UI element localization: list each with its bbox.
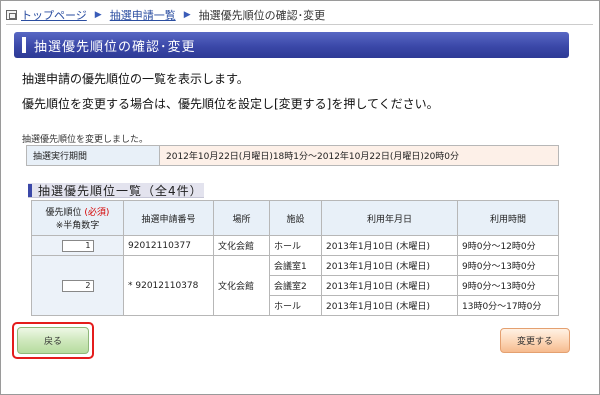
- header-date: 利用年月日: [321, 200, 458, 236]
- place-cell: 文化会館: [213, 255, 270, 316]
- description-line-1: 抽選申請の優先順位の一覧を表示します。: [22, 72, 249, 86]
- title-accent: [22, 37, 26, 53]
- table-row: 1 92012110377 文化会館 ホール 2013年1月10日 (木曜日) …: [31, 235, 559, 256]
- date-cell: 2013年1月10日 (木曜日): [321, 275, 458, 296]
- breadcrumb-home-link[interactable]: トップページ: [21, 7, 87, 23]
- description-line-2: 優先順位を変更する場合は、優先順位を設定し[変更する]を押してください。: [22, 97, 439, 111]
- time-cell: 13時0分～17時0分: [457, 295, 559, 316]
- facility-cell: 会議室1: [269, 255, 322, 276]
- section-title: 抽選優先順位一覧（全4件）: [38, 183, 203, 198]
- facility-cell: 会議室2: [269, 275, 322, 296]
- page-title: 抽選優先順位の確認･変更: [34, 39, 196, 55]
- back-button[interactable]: 戻る: [17, 327, 89, 354]
- breadcrumb-list-link[interactable]: 抽選申請一覧: [110, 7, 176, 23]
- request-no-cell: 92012110377: [123, 235, 214, 256]
- priority-input[interactable]: 2: [61, 279, 94, 292]
- date-cell: 2013年1月10日 (木曜日): [321, 295, 458, 316]
- period-table: 抽選実行期間 2012年10月22日(月曜日)18時1分～2012年10月22日…: [26, 145, 559, 166]
- request-no-cell: * 92012110378: [123, 255, 214, 316]
- header-facility: 施設: [269, 200, 322, 236]
- section-accent: [28, 183, 32, 197]
- page-title-bar: 抽選優先順位の確認･変更: [14, 32, 569, 58]
- section-heading: 抽選優先順位一覧（全4件）: [28, 183, 204, 198]
- header-priority-label: 優先順位: [45, 208, 82, 218]
- priority-cell: 1: [31, 235, 124, 256]
- time-cell: 9時0分～13時0分: [457, 275, 559, 296]
- date-cell: 2013年1月10日 (木曜日): [321, 235, 458, 256]
- header-priority: 優先順位 (必須) ※半角数字: [31, 200, 124, 236]
- table-header-row: 優先順位 (必須) ※半角数字 抽選申請番号 場所 施設 利用年月日 利用時間: [31, 200, 559, 236]
- table-row: 2 * 92012110378 文化会館 会議室1 2013年1月10日 (木曜…: [31, 255, 559, 316]
- period-value: 2012年10月22日(月曜日)18時1分～2012年10月22日(月曜日)20…: [159, 145, 559, 166]
- breadcrumb-separator-icon: ▶: [94, 9, 102, 20]
- period-label: 抽選実行期間: [26, 145, 160, 166]
- time-cell: 9時0分～13時0分: [457, 255, 559, 276]
- change-button[interactable]: 変更する: [500, 328, 570, 353]
- home-icon: [6, 9, 17, 20]
- facility-cell: ホール: [269, 235, 322, 256]
- header-time: 利用時間: [457, 200, 559, 236]
- header-place: 場所: [213, 200, 270, 236]
- priority-input[interactable]: 1: [61, 239, 94, 252]
- status-message: 抽選優先順位を変更しました。: [22, 135, 149, 145]
- breadcrumb-current: 抽選優先順位の確認･変更: [198, 8, 326, 22]
- required-mark: (必須): [84, 208, 110, 218]
- facility-cell: ホール: [269, 295, 322, 316]
- priority-cell: 2: [31, 255, 124, 316]
- date-cell: 2013年1月10日 (木曜日): [321, 255, 458, 276]
- breadcrumb-separator-icon: ▶: [183, 9, 191, 20]
- header-request-no: 抽選申請番号: [123, 200, 214, 236]
- header-priority-note: ※半角数字: [55, 221, 100, 231]
- place-cell: 文化会館: [213, 235, 270, 256]
- time-cell: 9時0分～12時0分: [457, 235, 559, 256]
- priority-table: 優先順位 (必須) ※半角数字 抽選申請番号 場所 施設 利用年月日 利用時間 …: [31, 200, 559, 316]
- breadcrumb: トップページ ▶ 抽選申請一覧 ▶ 抽選優先順位の確認･変更: [6, 5, 593, 25]
